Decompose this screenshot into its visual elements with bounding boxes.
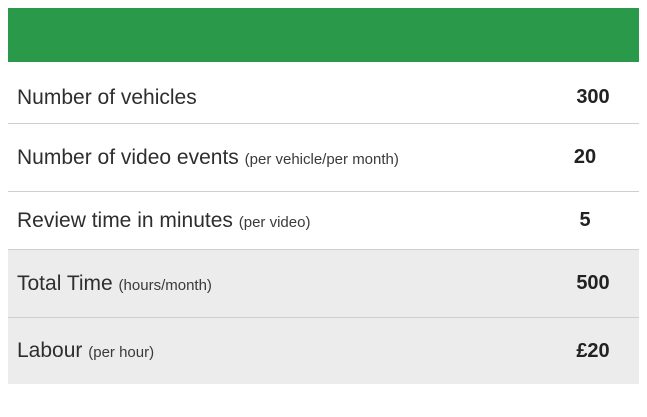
row-value: 5: [579, 209, 591, 231]
row-note: (per hour): [88, 344, 155, 361]
cost-calculator-panel: Number of vehicles 300 Number of video e…: [0, 0, 647, 417]
row-value: £20: [576, 339, 610, 362]
row-label: Total Time (hours/month): [8, 272, 212, 296]
row-label-text: Total Time: [17, 271, 113, 295]
row-number-of-vehicles: Number of vehicles 300: [8, 72, 639, 124]
row-total-time: Total Time (hours/month) 500: [8, 250, 639, 318]
row-labour: Labour (per hour) £20: [8, 318, 639, 384]
row-value: 300: [576, 86, 610, 108]
row-label-text: Review time in minutes: [17, 208, 233, 232]
row-label: Number of vehicles: [8, 86, 197, 110]
row-label-text: Number of vehicles: [17, 85, 197, 109]
row-note: (hours/month): [118, 276, 212, 294]
row-label-text: Number of video events: [17, 145, 239, 169]
row-label: Number of video events (per vehicle/per …: [8, 146, 399, 170]
row-note: (per video): [238, 213, 311, 231]
row-label-text: Labour: [17, 339, 83, 362]
row-label: Review time in minutes (per video): [8, 209, 310, 233]
row-value: 500: [576, 272, 610, 294]
row-number-of-video-events: Number of video events (per vehicle/per …: [8, 124, 639, 192]
row-value: 20: [573, 146, 597, 168]
row-label: Labour (per hour): [8, 339, 154, 363]
header-bar: [8, 8, 639, 62]
row-note: (per vehicle/per month): [244, 150, 399, 168]
row-review-time: Review time in minutes (per video) 5: [8, 192, 639, 250]
